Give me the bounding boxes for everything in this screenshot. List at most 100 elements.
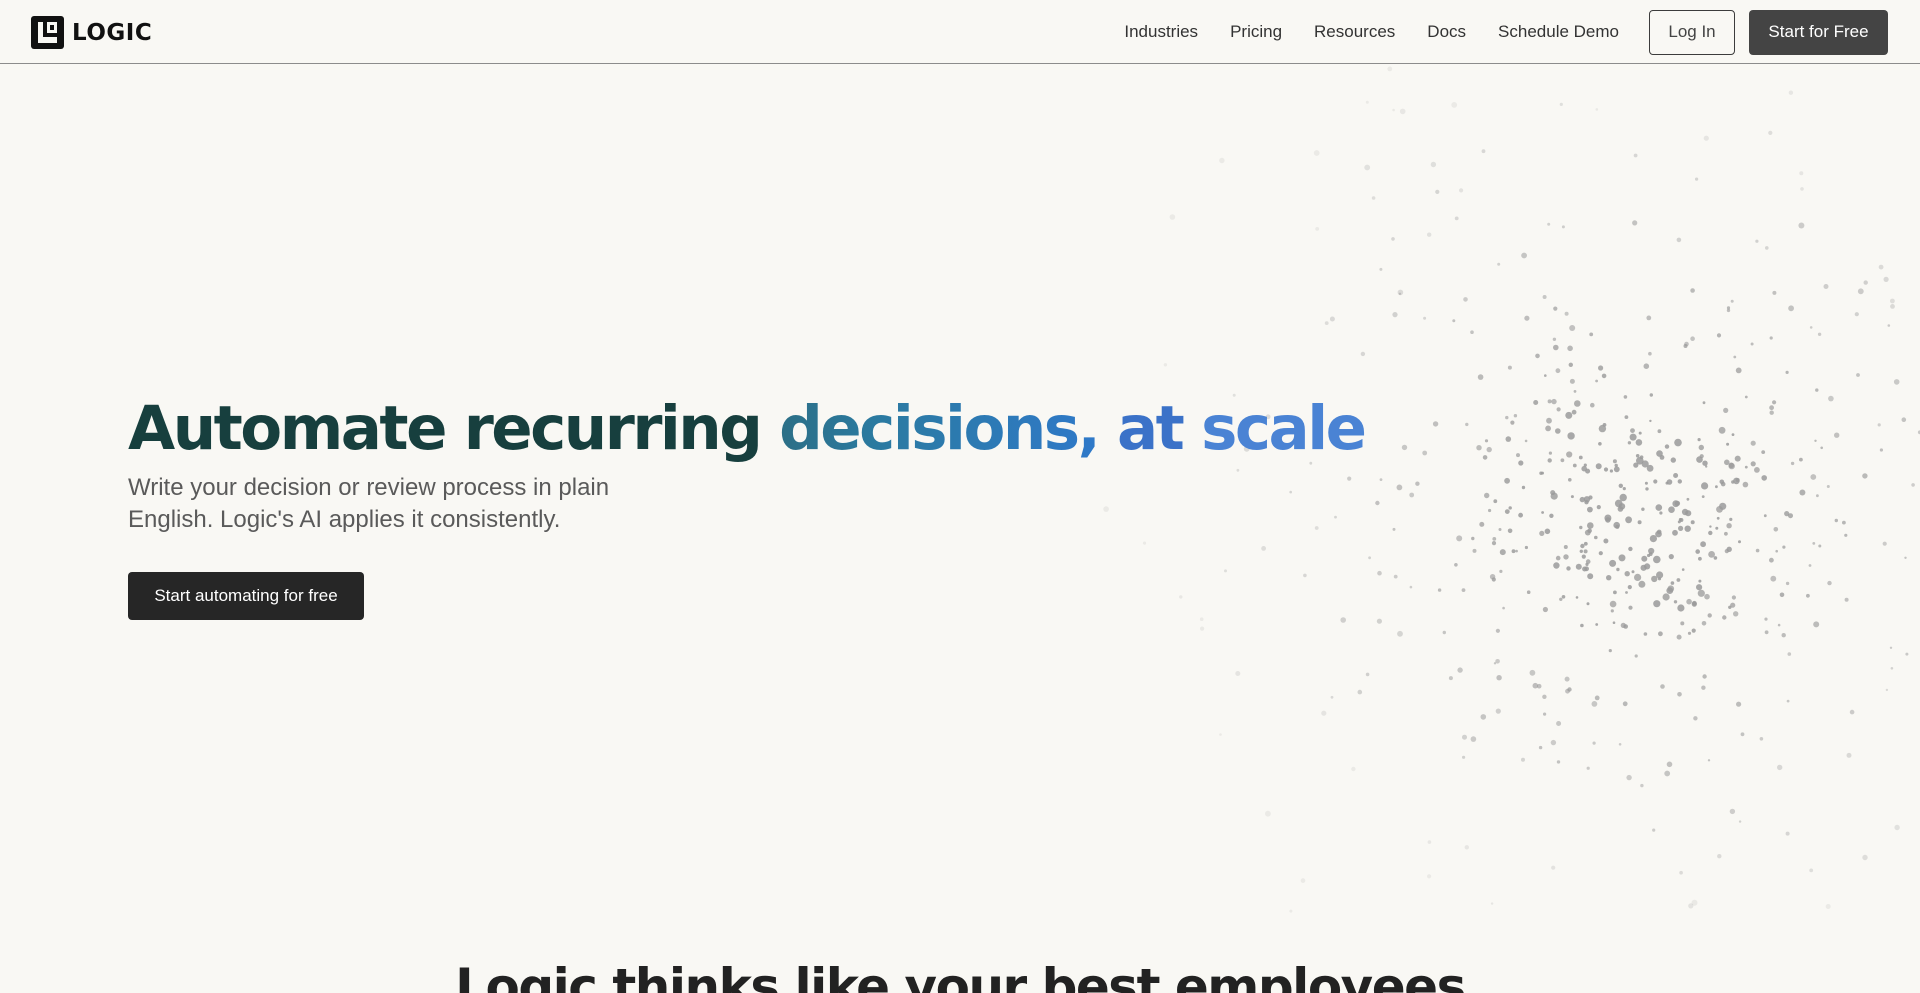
particle-dot [1715, 526, 1719, 530]
particle-dot [1513, 414, 1518, 418]
particle-dot [1598, 442, 1602, 446]
particle-dot [1566, 566, 1571, 571]
particle-dot [1901, 417, 1907, 423]
particle-dot [1879, 448, 1883, 452]
particle-dot [1377, 570, 1382, 576]
particle-dot [1738, 540, 1741, 544]
particle-dot [1454, 563, 1458, 567]
particle-dot [1568, 362, 1573, 367]
particle-dot [1775, 549, 1778, 553]
particle-dot [1676, 237, 1682, 243]
particle-dot [1265, 810, 1271, 817]
particle-dot [1679, 518, 1684, 522]
particle-dot [1622, 487, 1626, 491]
login-button[interactable]: Log In [1649, 9, 1735, 55]
particle-dot [1799, 489, 1806, 496]
particle-dot [1691, 899, 1698, 906]
nav-link-docs[interactable]: Docs [1427, 22, 1466, 42]
particle-dot [1505, 415, 1509, 420]
top-navigation: LOGIC Industries Pricing Resources Docs … [0, 0, 1920, 64]
particle-dot [1681, 568, 1685, 571]
particle-dot [1862, 854, 1868, 861]
particle-dot [1559, 597, 1563, 601]
particle-dot [1495, 708, 1501, 714]
particle-dot [1769, 405, 1774, 411]
particle-dot [1696, 584, 1703, 591]
particle-dot [1786, 699, 1790, 703]
particle-dot [1777, 764, 1783, 771]
particle-dot [1462, 755, 1466, 759]
particle-dot [1459, 188, 1464, 193]
particle-dot [1730, 602, 1736, 608]
particle-dot [1800, 187, 1804, 191]
particle-dot [1615, 524, 1620, 529]
particle-dot [1598, 365, 1604, 371]
particle-dot [1442, 630, 1446, 635]
particle-dot [1640, 783, 1644, 788]
particle-dot [1518, 512, 1523, 518]
particle-dot [1702, 460, 1708, 466]
particle-dot [1568, 478, 1572, 482]
particle-dot [1547, 458, 1552, 463]
particle-dot [1707, 759, 1711, 762]
particle-dot [1546, 417, 1552, 424]
particle-dot [1738, 820, 1742, 823]
particle-dot [1587, 522, 1594, 529]
particle-dot [1693, 716, 1698, 721]
nav-link-pricing[interactable]: Pricing [1230, 22, 1282, 42]
particle-dot [1785, 370, 1789, 374]
particle-dot [1890, 298, 1895, 304]
particle-dot [1219, 733, 1222, 736]
particle-dot [1586, 766, 1590, 770]
particle-dot [1638, 431, 1642, 435]
particle-dot [1454, 216, 1459, 221]
particle-dot [1628, 546, 1633, 552]
particle-dot [1583, 541, 1588, 546]
particle-dot [1578, 455, 1583, 460]
particle-dot [1740, 732, 1745, 737]
particle-dot [1649, 419, 1652, 423]
particle-dot [1734, 455, 1741, 462]
particle-dot [1684, 525, 1691, 532]
particle-dot [1427, 840, 1432, 844]
particle-dot [1718, 426, 1726, 434]
particle-dot [1823, 284, 1829, 289]
particle-dot [1788, 90, 1794, 95]
particle-dot [1561, 225, 1565, 229]
particle-dot [1659, 455, 1665, 460]
nav-link-schedule-demo[interactable]: Schedule Demo [1498, 22, 1619, 42]
particle-dot [1842, 520, 1846, 525]
nav-link-industries[interactable]: Industries [1124, 22, 1198, 42]
particle-dot [1750, 342, 1754, 346]
particle-dot [1677, 479, 1682, 484]
particle-dot [1698, 444, 1704, 451]
particle-dot [1626, 774, 1632, 781]
particle-dot [1470, 736, 1477, 742]
particle-dot [1479, 521, 1485, 527]
particle-dot [1698, 579, 1702, 583]
page: LOGIC Industries Pricing Resources Docs … [0, 0, 1920, 993]
start-for-free-button[interactable]: Start for Free [1749, 9, 1888, 55]
particle-dot [1432, 421, 1439, 427]
particle-dot [1779, 592, 1785, 598]
logo-link[interactable]: LOGIC [31, 16, 152, 49]
particle-dot [1521, 252, 1527, 259]
particle-dot [1765, 246, 1769, 250]
start-automating-button[interactable]: Start automating for free [128, 572, 364, 620]
particle-dot [1590, 402, 1595, 408]
particle-dot [1655, 504, 1663, 511]
nav-link-resources[interactable]: Resources [1314, 22, 1395, 42]
particle-dot [1724, 459, 1730, 466]
particle-dot [1563, 545, 1568, 549]
particle-dot [1781, 633, 1786, 638]
particle-dot [1351, 766, 1356, 772]
particle-dot [1484, 439, 1489, 443]
particle-dot [1768, 130, 1773, 135]
particle-dot [1887, 324, 1891, 327]
particle-dot [1544, 374, 1547, 377]
particle-dot [1533, 400, 1539, 405]
particle-dot [1641, 460, 1649, 468]
particle-dot [1808, 564, 1812, 567]
particle-dot [1724, 531, 1728, 536]
particle-dot [1609, 559, 1617, 567]
